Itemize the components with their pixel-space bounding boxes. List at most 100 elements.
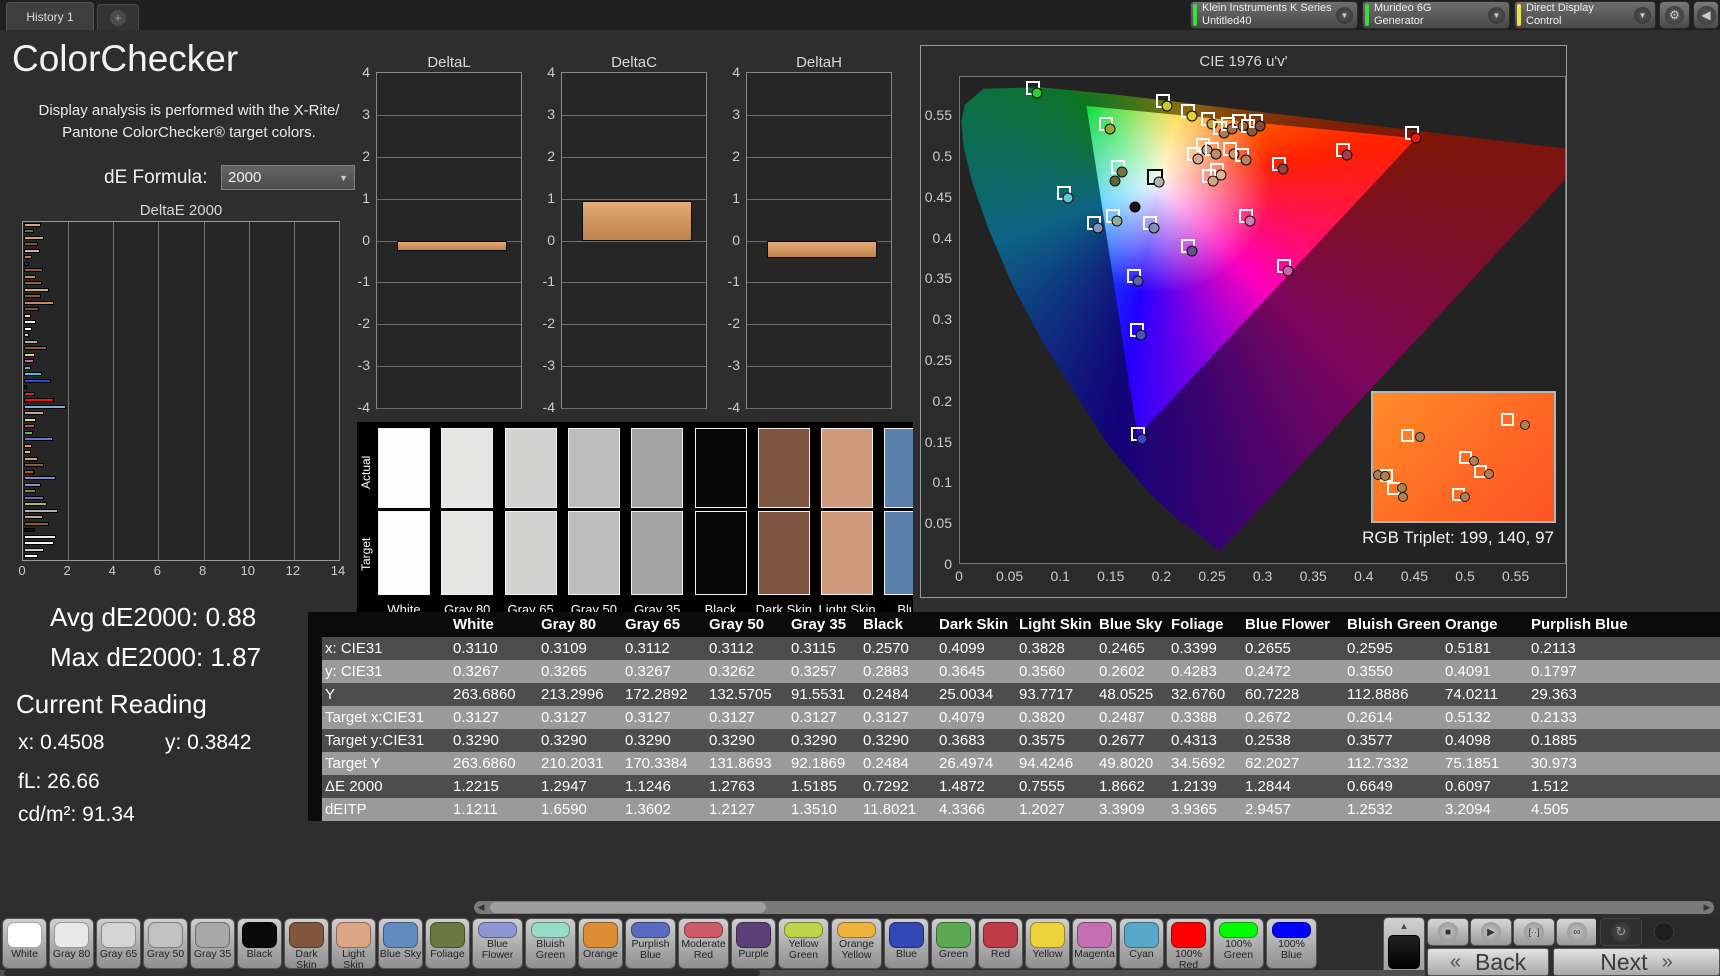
pattern-button-100-green[interactable]: 100% Green: [1213, 918, 1264, 969]
collapse-panel-button[interactable]: ◀: [1693, 1, 1719, 29]
y-tick-label: 1: [362, 190, 370, 206]
pattern-button-yellow-green[interactable]: Yellow Green: [778, 918, 829, 969]
table-cell: 0.2655: [1245, 640, 1347, 657]
actual-swatch: [884, 428, 913, 508]
table-cell: 1.6590: [541, 801, 625, 818]
pattern-level-spinner[interactable]: ▲: [1383, 917, 1425, 976]
pattern-button-red[interactable]: Red: [978, 918, 1023, 969]
loop-button[interactable]: [··]: [1513, 918, 1555, 946]
actual-swatch: [441, 428, 493, 508]
pattern-button-gray-65[interactable]: Gray 65: [96, 918, 141, 969]
table-row[interactable]: Target x:CIE310.31270.31270.31270.31270.…: [308, 706, 1720, 729]
x-tick-label: 10: [240, 563, 254, 578]
measured-point-marker: [1520, 420, 1530, 430]
cie-chart-title: CIE 1976 u'v': [921, 53, 1566, 70]
chevron-left-icon: ◀: [1697, 6, 1716, 25]
next-button[interactable]: Next »: [1553, 948, 1720, 976]
x-tick-label: 0.2: [1152, 568, 1171, 584]
pattern-button-moderate-red[interactable]: Moderate Red: [678, 918, 729, 969]
pattern-button-label: Green: [932, 949, 975, 960]
pattern-button-dark-skin[interactable]: Dark Skin: [284, 918, 329, 969]
table-row[interactable]: Target Y263.6860210.2031170.3384131.8693…: [308, 752, 1720, 775]
target-swatch: [505, 511, 557, 595]
measured-point-marker: [1109, 176, 1120, 187]
device-button-2[interactable]: Murideo 6G Generator▼: [1362, 1, 1510, 29]
gridline: [113, 222, 114, 560]
new-tab-button[interactable]: +: [97, 4, 139, 30]
table-cell: 0.4099: [939, 640, 1019, 657]
pattern-button-foliage[interactable]: Foliage: [425, 918, 470, 969]
settings-button[interactable]: ⚙: [1659, 1, 1690, 29]
table-cell: 0.3577: [1347, 732, 1445, 749]
table-row[interactable]: y: CIE310.32670.32650.32670.32620.32570.…: [308, 660, 1720, 683]
pattern-button-gray-80[interactable]: Gray 80: [49, 918, 94, 969]
table-cell: 0.4313: [1171, 732, 1245, 749]
table-scrollbar[interactable]: ◀ ▶: [474, 901, 1714, 914]
table-row[interactable]: Y263.6860213.2996172.2892132.570591.5531…: [308, 683, 1720, 706]
pattern-button-purple[interactable]: Purple: [731, 918, 776, 969]
pattern-button-yellow[interactable]: Yellow: [1025, 918, 1070, 969]
gridline: [747, 157, 891, 158]
gridline: [562, 282, 706, 283]
back-button[interactable]: « Back: [1427, 948, 1549, 976]
sync-icon: ↻: [1611, 922, 1631, 942]
pattern-button-blue-flower[interactable]: Blue Flower: [472, 918, 523, 969]
measured-point-marker: [1149, 222, 1160, 233]
table-scrollbar-thumb[interactable]: [490, 902, 766, 913]
de-formula-dropdown[interactable]: 2000 ▼: [221, 165, 355, 190]
measurement-table: WhiteGray 80Gray 65Gray 50Gray 35BlackDa…: [308, 612, 1720, 821]
pattern-bar-scrollbar[interactable]: [0, 970, 1425, 976]
scroll-right-icon[interactable]: ▶: [1700, 901, 1714, 914]
table-row[interactable]: ΔE 20001.22151.29471.12461.27631.51850.7…: [308, 775, 1720, 798]
stop-button[interactable]: ■: [1427, 918, 1469, 946]
pattern-button-100-blue[interactable]: 100% Blue: [1266, 918, 1317, 969]
pattern-button-bluish-green[interactable]: Bluish Green: [525, 918, 576, 969]
pattern-button-green[interactable]: Green: [931, 918, 976, 969]
pattern-button-purplish-blue[interactable]: Purplish Blue: [625, 918, 676, 969]
device-button-1[interactable]: Klein Instruments K SeriesUntitled40▼: [1190, 1, 1358, 29]
pattern-button-gray-50[interactable]: Gray 50: [143, 918, 188, 969]
deltae-bar: [24, 288, 49, 292]
pattern-color-swatch: [531, 922, 570, 938]
row-gutter: [308, 683, 322, 706]
play-button[interactable]: ▶: [1470, 918, 1512, 946]
pattern-button-blue[interactable]: Blue: [884, 918, 929, 969]
sync-button[interactable]: ↻: [1600, 918, 1642, 946]
pattern-button-orange-yellow[interactable]: Orange Yellow: [831, 918, 882, 969]
y-tick-label: 1: [732, 190, 740, 206]
pattern-button-magenta[interactable]: Magenta: [1072, 918, 1117, 969]
table-row[interactable]: dEITP1.12111.65901.36021.21271.351011.80…: [308, 798, 1720, 821]
deltae-bar: [24, 522, 49, 526]
pattern-button-100-red[interactable]: 100% Red: [1166, 918, 1211, 969]
record-icon[interactable]: [1654, 922, 1674, 942]
table-cell: 1.5185: [791, 778, 863, 795]
table-row[interactable]: Target y:CIE310.32900.32900.32900.32900.…: [308, 729, 1720, 752]
pattern-button-blue-sky[interactable]: Blue Sky: [378, 918, 423, 969]
scroll-up-icon[interactable]: ▲: [1384, 918, 1424, 935]
tab-history-1[interactable]: History 1: [6, 2, 94, 30]
pattern-button-light-skin[interactable]: Light Skin: [331, 918, 376, 969]
pattern-button-orange[interactable]: Orange: [578, 918, 623, 969]
table-cell: 0.3550: [1347, 663, 1445, 680]
actual-swatch: [631, 428, 683, 508]
x-tick-label: 0.4: [1354, 568, 1373, 584]
pattern-button-white[interactable]: White: [2, 918, 47, 969]
repeat-infinite-button[interactable]: ∞: [1556, 918, 1598, 946]
scroll-left-icon[interactable]: ◀: [474, 901, 488, 914]
pattern-bar-scrollbar-thumb[interactable]: [4, 970, 760, 976]
table-row[interactable]: x: CIE310.31100.31090.31120.31120.31150.…: [308, 637, 1720, 660]
table-cell: 4.3366: [939, 801, 1019, 818]
y-tick-label: -4: [728, 399, 740, 415]
table-cell: 62.2027: [1245, 755, 1347, 772]
deltae-bar: [24, 229, 34, 233]
row-label: y: CIE31: [325, 663, 453, 680]
measured-point-marker: [1460, 492, 1470, 502]
pattern-button-black[interactable]: Black: [237, 918, 282, 969]
pattern-button-cyan[interactable]: Cyan: [1119, 918, 1164, 969]
pattern-button-gray-35[interactable]: Gray 35: [190, 918, 235, 969]
x-tick-label: 0.1: [1050, 568, 1069, 584]
pattern-button-label: 100% Red: [1167, 949, 1210, 971]
measured-point-marker: [1186, 111, 1197, 122]
table-cell: 172.2892: [625, 686, 709, 703]
device-button-3[interactable]: Direct Display Control▼: [1514, 1, 1656, 29]
